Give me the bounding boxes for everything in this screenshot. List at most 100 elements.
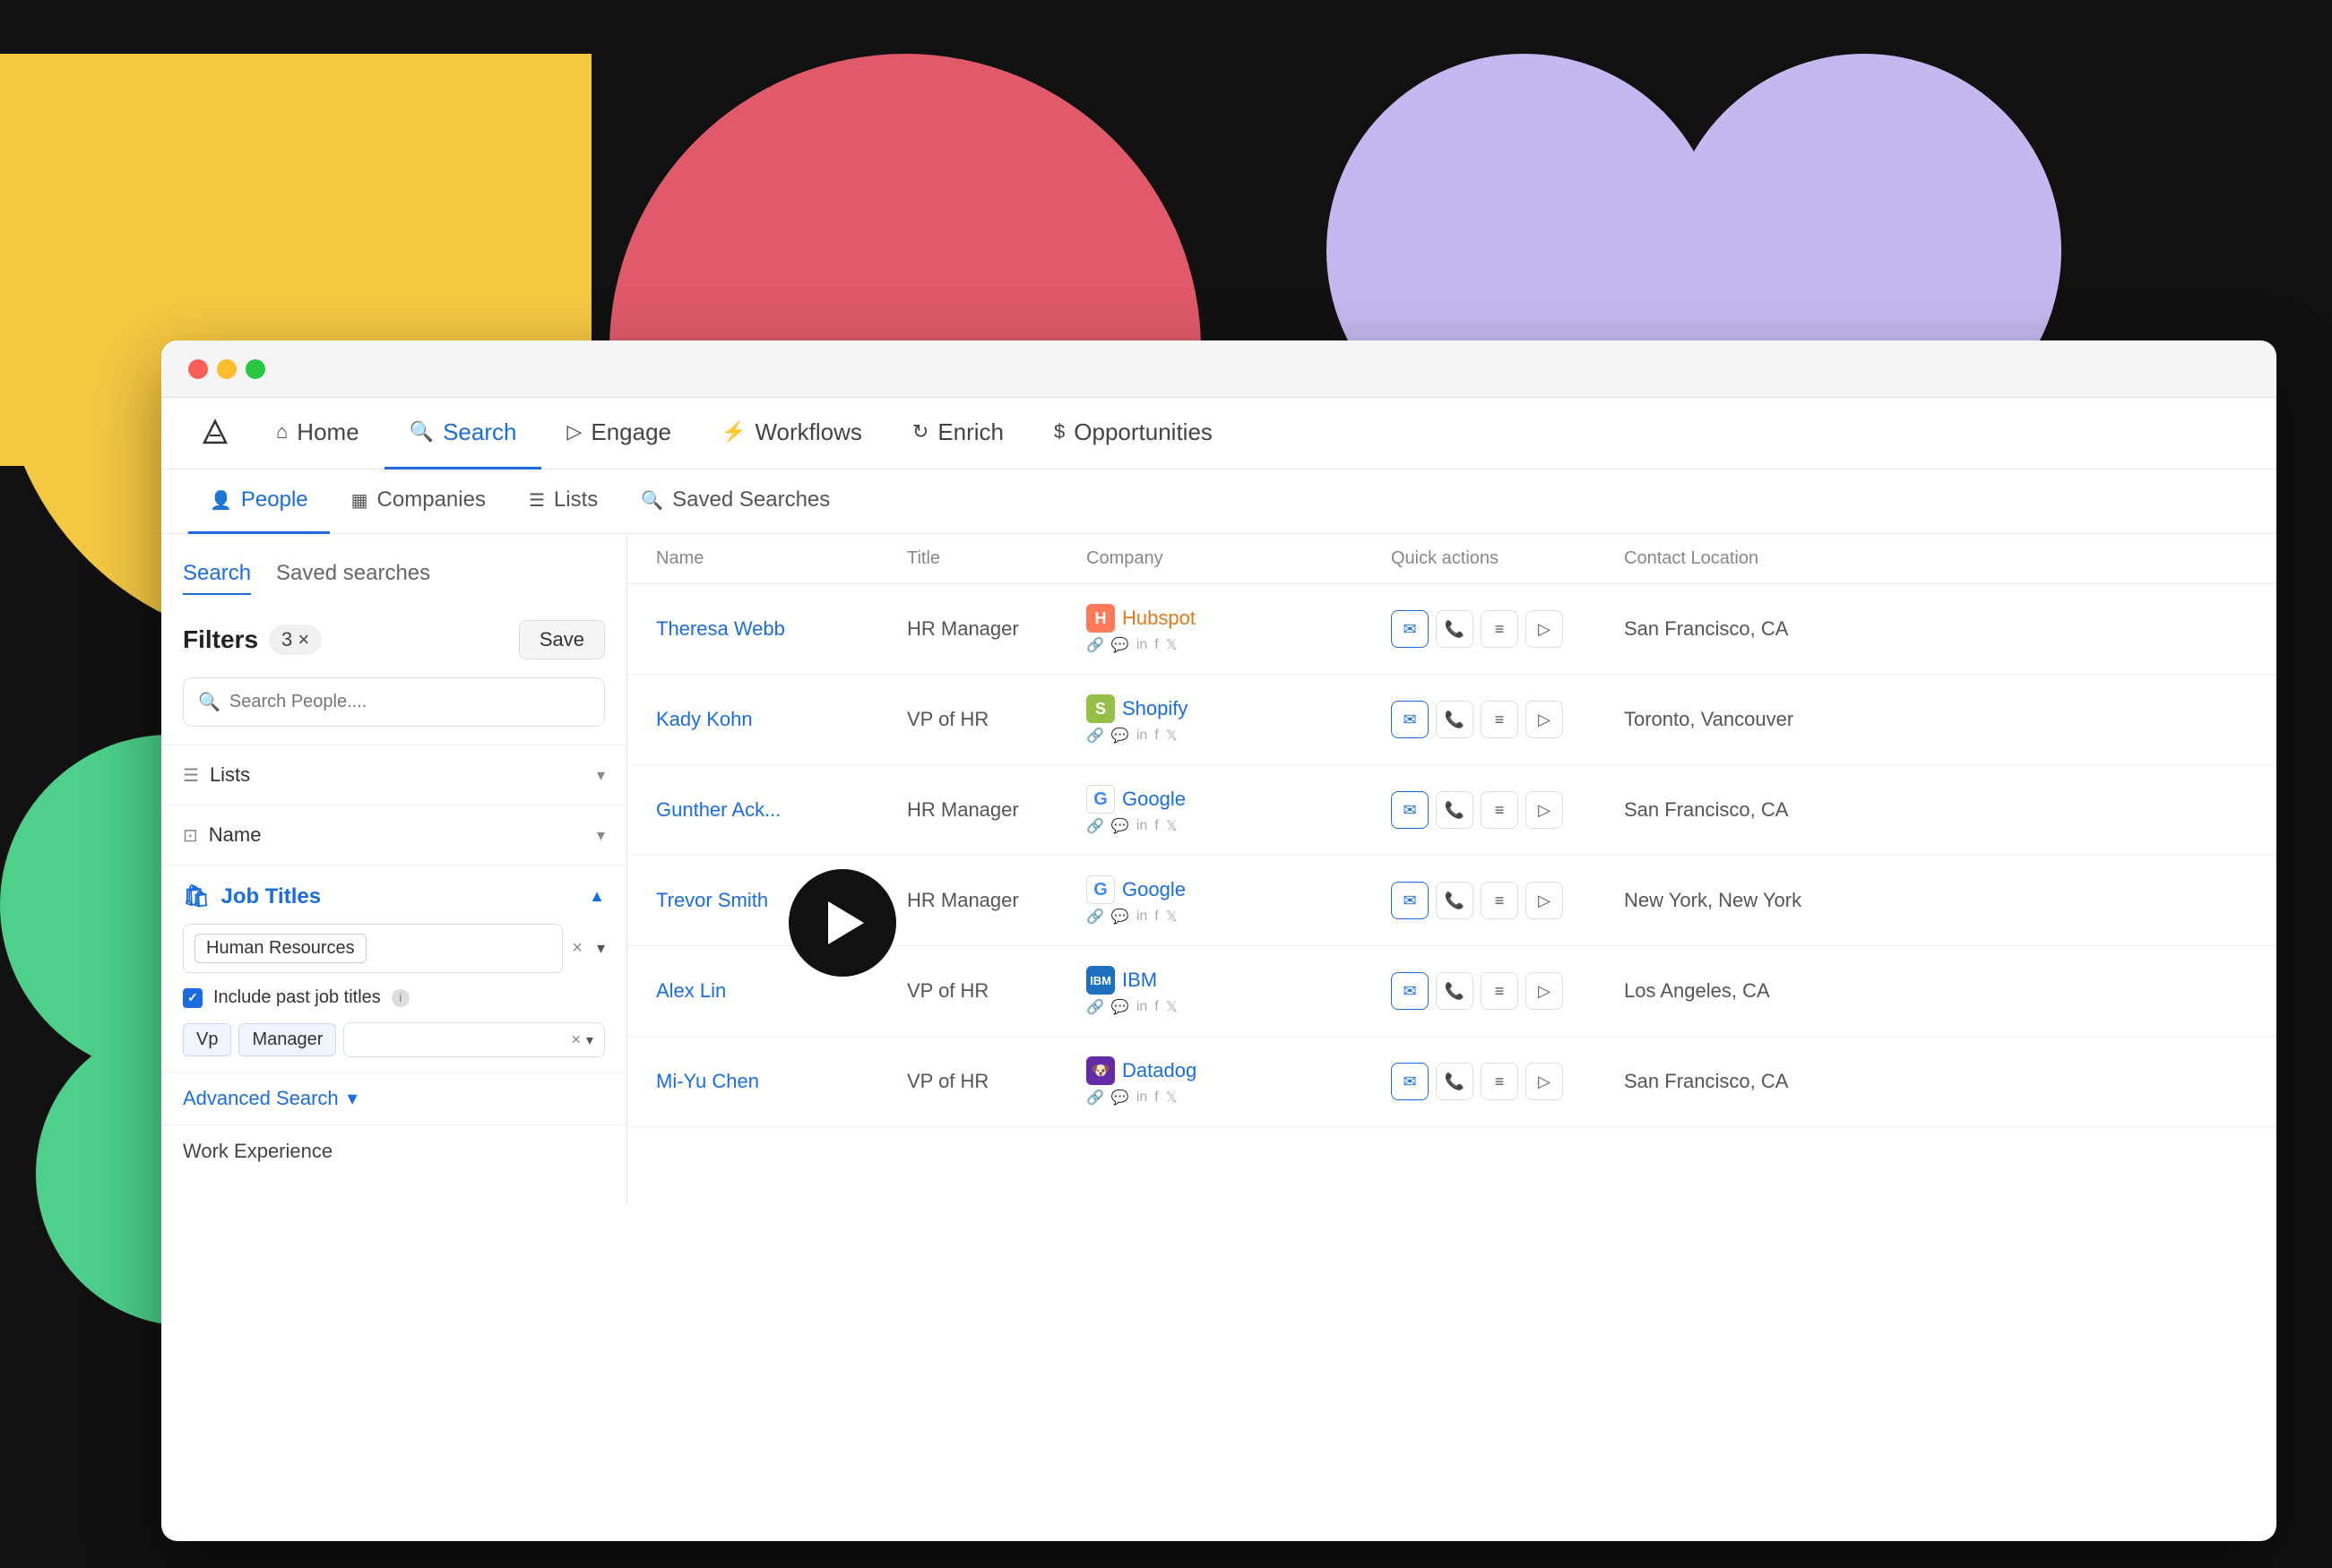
phone-action-1[interactable]: 📞	[1436, 701, 1473, 738]
include-past-checkbox[interactable]	[183, 988, 203, 1008]
twitter-icon-1[interactable]: 𝕏	[1166, 727, 1178, 745]
email-action-1[interactable]: ✉	[1391, 701, 1429, 738]
twitter-icon-0[interactable]: 𝕏	[1166, 636, 1178, 654]
engage-action-2[interactable]: ▷	[1525, 791, 1563, 829]
linkedin-icon-3[interactable]: in	[1136, 909, 1147, 925]
phone-action-3[interactable]: 📞	[1436, 882, 1473, 919]
engage-action-1[interactable]: ▷	[1525, 701, 1563, 738]
link-icon-2[interactable]: 🔗	[1086, 817, 1104, 835]
tab-companies[interactable]: ▦ Companies	[330, 470, 507, 534]
engage-action-0[interactable]: ▷	[1525, 610, 1563, 648]
engage-action-5[interactable]: ▷	[1525, 1063, 1563, 1100]
more-tags-input[interactable]: × ▾	[343, 1022, 605, 1057]
work-experience-section[interactable]: Work Experience	[161, 1124, 626, 1177]
email-action-5[interactable]: ✉	[1391, 1063, 1429, 1100]
filter-row-name[interactable]: ⊡ Name ▾	[161, 806, 626, 865]
twitter-icon-4[interactable]: 𝕏	[1166, 998, 1178, 1016]
facebook-icon-3[interactable]: f	[1154, 909, 1158, 925]
tag-dropdown-icon[interactable]: ▾	[597, 939, 605, 958]
chat-icon-2[interactable]: 💬	[1111, 817, 1129, 835]
linkedin-icon-4[interactable]: in	[1136, 999, 1147, 1015]
person-name-theresa-webb[interactable]: Theresa Webb	[656, 617, 907, 641]
search-input-box[interactable]: 🔍	[183, 677, 605, 727]
sequence-action-5[interactable]: ≡	[1481, 1063, 1518, 1100]
phone-action-2[interactable]: 📞	[1436, 791, 1473, 829]
company-link-google-2[interactable]: Google	[1122, 788, 1186, 811]
linkedin-icon-2[interactable]: in	[1136, 818, 1147, 834]
video-play-button[interactable]	[789, 869, 896, 977]
chat-icon-4[interactable]: 💬	[1111, 998, 1129, 1016]
facebook-icon-2[interactable]: f	[1154, 818, 1158, 834]
logo[interactable]	[188, 418, 242, 450]
tab-lists[interactable]: ☰ Lists	[507, 470, 619, 534]
sequence-action-3[interactable]: ≡	[1481, 882, 1518, 919]
sequence-action-1[interactable]: ≡	[1481, 701, 1518, 738]
manager-tag[interactable]: Manager	[238, 1023, 336, 1056]
job-title-tag-input[interactable]: Human Resources	[183, 924, 563, 973]
job-titles-header[interactable]: 🛍 Job Titles ▲	[161, 866, 626, 924]
link-icon-4[interactable]: 🔗	[1086, 998, 1104, 1016]
chat-icon-1[interactable]: 💬	[1111, 727, 1129, 745]
sequence-action-4[interactable]: ≡	[1481, 972, 1518, 1010]
vp-tag[interactable]: Vp	[183, 1023, 231, 1056]
facebook-icon-4[interactable]: f	[1154, 999, 1158, 1015]
nav-home[interactable]: ⌂ Home	[251, 398, 384, 470]
close-button[interactable]	[188, 359, 208, 379]
email-action-2[interactable]: ✉	[1391, 791, 1429, 829]
filter-row-lists[interactable]: ☰ Lists ▾	[161, 745, 626, 805]
link-icon-0[interactable]: 🔗	[1086, 636, 1104, 654]
twitter-icon-5[interactable]: 𝕏	[1166, 1089, 1178, 1107]
linkedin-icon-0[interactable]: in	[1136, 637, 1147, 653]
maximize-button[interactable]	[246, 359, 265, 379]
panel-tab-search[interactable]: Search	[183, 561, 251, 595]
sequence-action-0[interactable]: ≡	[1481, 610, 1518, 648]
company-link-shopify[interactable]: Shopify	[1122, 697, 1188, 720]
email-action-3[interactable]: ✉	[1391, 882, 1429, 919]
advanced-search-row[interactable]: Advanced Search ▾	[161, 1073, 626, 1124]
nav-opportunities[interactable]: $ Opportunities	[1029, 398, 1238, 470]
link-icon-3[interactable]: 🔗	[1086, 908, 1104, 926]
email-action-0[interactable]: ✉	[1391, 610, 1429, 648]
nav-search[interactable]: 🔍 Search	[384, 398, 542, 470]
chat-icon-3[interactable]: 💬	[1111, 908, 1129, 926]
facebook-icon-0[interactable]: f	[1154, 637, 1158, 653]
person-name-gunther[interactable]: Gunther Ack...	[656, 798, 907, 822]
search-people-input[interactable]	[229, 692, 590, 712]
person-name-miyu-chen[interactable]: Mi-Yu Chen	[656, 1070, 907, 1093]
phone-action-0[interactable]: 📞	[1436, 610, 1473, 648]
save-button[interactable]: Save	[519, 620, 605, 659]
chat-icon-5[interactable]: 💬	[1111, 1089, 1129, 1107]
company-link-google-3[interactable]: Google	[1122, 878, 1186, 901]
linkedin-icon-5[interactable]: in	[1136, 1090, 1147, 1106]
email-action-4[interactable]: ✉	[1391, 972, 1429, 1010]
panel-tab-saved-searches[interactable]: Saved searches	[276, 561, 430, 595]
engage-action-3[interactable]: ▷	[1525, 882, 1563, 919]
nav-engage[interactable]: ▷ Engage	[541, 398, 696, 470]
minimize-button[interactable]	[217, 359, 237, 379]
nav-workflows[interactable]: ⚡ Workflows	[696, 398, 887, 470]
nav-enrich[interactable]: ↻ Enrich	[887, 398, 1029, 470]
tags-dropdown-icon[interactable]: ▾	[586, 1031, 593, 1049]
phone-action-4[interactable]: 📞	[1436, 972, 1473, 1010]
facebook-icon-5[interactable]: f	[1154, 1090, 1158, 1106]
twitter-icon-3[interactable]: 𝕏	[1166, 908, 1178, 926]
company-link-datadog[interactable]: Datadog	[1122, 1059, 1196, 1082]
phone-action-5[interactable]: 📞	[1436, 1063, 1473, 1100]
link-icon-1[interactable]: 🔗	[1086, 727, 1104, 745]
include-past-job-titles-row[interactable]: Include past job titles i	[161, 987, 626, 1022]
tab-saved-searches[interactable]: 🔍 Saved Searches	[619, 470, 851, 534]
company-link-hubspot[interactable]: Hubspot	[1122, 607, 1196, 630]
tag-clear-icon[interactable]: ×	[572, 938, 583, 959]
chat-icon-0[interactable]: 💬	[1111, 636, 1129, 654]
person-name-alex-lin[interactable]: Alex Lin	[656, 979, 907, 1003]
link-icon-5[interactable]: 🔗	[1086, 1089, 1104, 1107]
filter-count-badge[interactable]: 3 ×	[269, 625, 322, 655]
tab-people[interactable]: 👤 People	[188, 470, 330, 534]
company-link-ibm[interactable]: IBM	[1122, 969, 1157, 992]
sequence-action-2[interactable]: ≡	[1481, 791, 1518, 829]
facebook-icon-1[interactable]: f	[1154, 728, 1158, 744]
person-name-kady-kohn[interactable]: Kady Kohn	[656, 708, 907, 731]
tags-clear-icon[interactable]: ×	[571, 1030, 581, 1049]
linkedin-icon-1[interactable]: in	[1136, 728, 1147, 744]
engage-action-4[interactable]: ▷	[1525, 972, 1563, 1010]
